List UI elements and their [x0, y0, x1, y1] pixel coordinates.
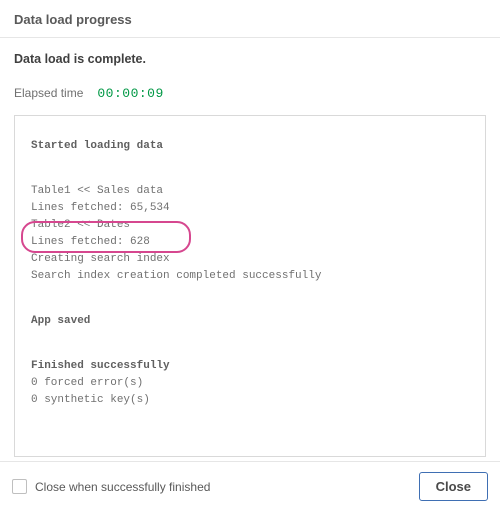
- checkbox-label: Close when successfully finished: [35, 480, 210, 494]
- log-heading-started: Started loading data: [31, 140, 163, 152]
- close-button[interactable]: Close: [419, 472, 488, 501]
- log-line: Creating search index: [31, 251, 469, 268]
- log-line: Lines fetched: 628: [31, 234, 469, 251]
- data-load-progress-dialog: Data load progress Data load is complete…: [0, 0, 500, 511]
- dialog-footer: Close when successfully finished Close: [0, 461, 500, 511]
- dialog-title: Data load progress: [0, 0, 500, 38]
- close-when-finished-checkbox[interactable]: Close when successfully finished: [12, 479, 210, 494]
- status-text: Data load is complete.: [0, 38, 500, 72]
- checkbox-icon: [12, 479, 27, 494]
- log-line: 0 forced error(s): [31, 375, 469, 392]
- log-line: Table1 << Sales data: [31, 183, 469, 200]
- elapsed-time-value: 00:00:09: [97, 86, 163, 101]
- log-line: 0 synthetic key(s): [31, 392, 469, 409]
- log-heading-finished: Finished successfully: [31, 360, 170, 372]
- elapsed-time-row: Elapsed time 00:00:09: [0, 72, 500, 115]
- log-line: Table2 << Dates: [31, 217, 469, 234]
- log-line: Search index creation completed successf…: [31, 268, 469, 285]
- log-heading-app-saved: App saved: [31, 315, 90, 327]
- log-output: Started loading data Table1 << Sales dat…: [14, 115, 486, 457]
- elapsed-time-label: Elapsed time: [14, 86, 83, 100]
- log-line: Lines fetched: 65,534: [31, 200, 469, 217]
